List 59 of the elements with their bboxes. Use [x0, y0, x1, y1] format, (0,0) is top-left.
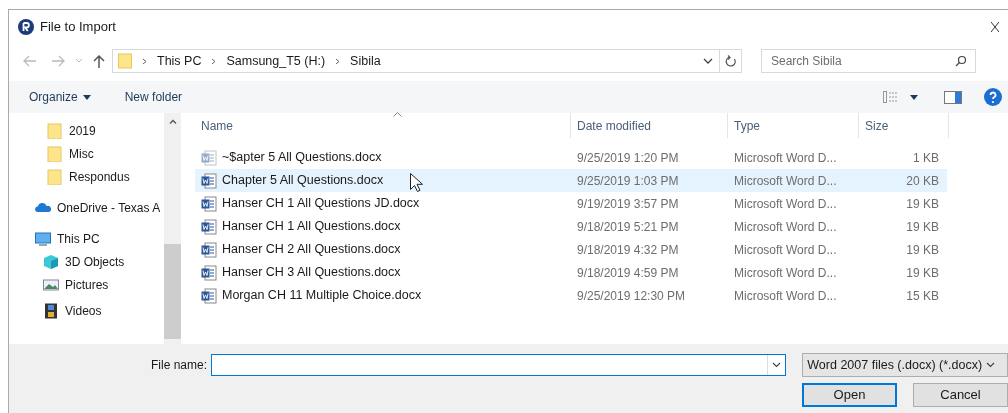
file-name: Chapter 5 All Questions.docx — [222, 172, 384, 190]
date-cell-text: 9/18/2019 4:32 PM — [576, 241, 680, 259]
file-row[interactable]: Hanser CH 3 All Questions.docx 9/18/2019 4:59 PM Microsoft Word D... 19 KB — [195, 261, 947, 284]
sidebar-item[interactable]: Respondus — [9, 165, 164, 188]
size-cell-text: 1 KB — [912, 149, 939, 167]
file-row[interactable]: Morgan CH 11 Multiple Choice.docx 9/25/2019 12:30 PM Microsoft Word D... 15 KB — [195, 284, 947, 307]
type-cell-text: Microsoft Word D... — [733, 149, 838, 167]
size-cell-text: 20 KB — [905, 172, 939, 190]
file-row[interactable]: ~$apter 5 All Questions.docx 9/25/2019 1:20 PM Microsoft Word D... 1 KB — [195, 146, 947, 169]
date-cell-text: 9/25/2019 1:20 PM — [576, 149, 680, 167]
sidebar-item[interactable]: Pictures — [9, 273, 164, 296]
size-cell-text: 19 KB — [905, 195, 939, 213]
size-cell-text: 19 KB — [905, 264, 939, 282]
cancel-button[interactable]: Cancel — [913, 383, 1008, 407]
file-row[interactable]: Chapter 5 All Questions.docx 9/25/2019 1:03 PM Microsoft Word D... 20 KB — [195, 169, 947, 192]
sidebar-item[interactable]: Misc — [9, 142, 164, 165]
file-name: Hanser CH 3 All Questions.docx — [222, 264, 401, 282]
file-type-dropdown[interactable]: Word 2007 files (.docx) (*.docx) — [802, 353, 1008, 377]
breadcrumb-item[interactable]: Samsung_T5 (H:) — [226, 51, 326, 71]
type-cell-text: Microsoft Word D... — [733, 195, 838, 213]
file-name: Hanser CH 1 All Questions.docx — [222, 218, 401, 236]
breadcrumb-item[interactable]: This PC — [157, 51, 202, 71]
breadcrumb-item[interactable]: Sibila — [350, 51, 381, 71]
date-cell-text: 9/18/2019 4:59 PM — [576, 264, 680, 282]
address-bar[interactable]: This PC Samsung_T5 (H:) Sibila — [112, 49, 742, 73]
file-row[interactable]: Hanser CH 2 All Questions.docx 9/18/2019 4:32 PM Microsoft Word D... 19 KB — [195, 238, 947, 261]
size-cell-text: 15 KB — [905, 287, 939, 305]
sidebar-item[interactable]: 2019 — [9, 119, 164, 142]
organize-button[interactable]: Organize — [29, 88, 91, 106]
column-header[interactable]: Size — [859, 113, 949, 138]
sidebar-item[interactable]: Videos — [9, 299, 164, 322]
file-name: Hanser CH 2 All Questions.docx — [222, 241, 401, 259]
column-header[interactable]: Date modified — [571, 113, 728, 138]
file-name: Morgan CH 11 Multiple Choice.docx — [222, 287, 422, 305]
search-field[interactable]: Search Sibila — [761, 49, 976, 73]
date-cell-text: 9/25/2019 1:03 PM — [576, 172, 680, 190]
file-name-label: File name: — [151, 357, 208, 374]
window-title: File to Import — [40, 17, 116, 36]
column-header[interactable]: Type — [728, 113, 859, 138]
size-cell-text: 19 KB — [905, 218, 939, 236]
date-cell-text: 9/25/2019 12:30 PM — [576, 287, 687, 305]
type-cell-text: Microsoft Word D... — [733, 241, 838, 259]
column-header[interactable]: Name — [195, 113, 571, 138]
type-cell-text: Microsoft Word D... — [733, 287, 838, 305]
type-cell-text: Microsoft Word D... — [733, 218, 838, 236]
date-cell-text: 9/19/2019 3:57 PM — [576, 195, 680, 213]
new-folder-button[interactable]: New folder — [124, 88, 183, 106]
date-cell-text: 9/18/2019 5:21 PM — [576, 218, 680, 236]
sidebar-item[interactable]: This PC — [9, 227, 164, 250]
type-cell-text: Microsoft Word D... — [733, 264, 838, 282]
file-row[interactable]: Hanser CH 1 All Questions.docx 9/18/2019 5:21 PM Microsoft Word D... 19 KB — [195, 215, 947, 238]
type-cell-text: Microsoft Word D... — [733, 172, 838, 190]
open-button[interactable]: Open — [802, 383, 897, 407]
file-row[interactable]: Hanser CH 1 All Questions JD.docx 9/19/2019 3:57 PM Microsoft Word D... 19 KB — [195, 192, 947, 215]
file-name: Hanser CH 1 All Questions JD.docx — [222, 195, 420, 213]
sidebar-item[interactable]: 3D Objects — [9, 250, 164, 273]
file-name: ~$apter 5 All Questions.docx — [222, 149, 382, 167]
size-cell-text: 19 KB — [905, 241, 939, 259]
sidebar-item[interactable]: OneDrive - Texas A — [9, 196, 164, 219]
